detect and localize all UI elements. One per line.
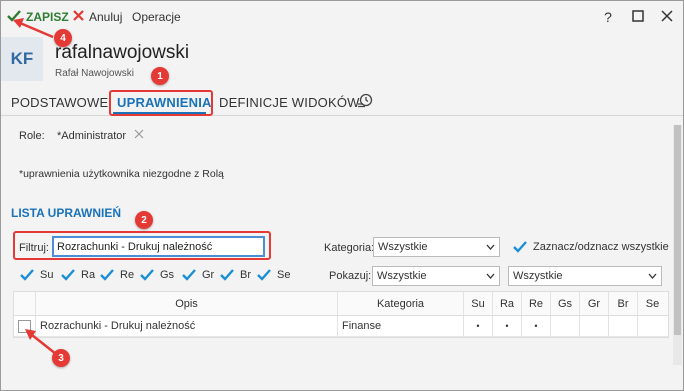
mismatch-note: *uprawnienia użytkownika niezgodne z Rol…	[19, 168, 224, 180]
operations-menu[interactable]: Operacje	[132, 9, 181, 25]
scrollbar-thumb[interactable]	[674, 125, 681, 335]
show-select-1[interactable]: Wszystkie	[372, 266, 500, 286]
perm-check-re[interactable]: Re	[99, 267, 134, 283]
header-gr[interactable]: Gr	[580, 292, 609, 315]
header-gs[interactable]: Gs	[551, 292, 580, 315]
permissions-content: Role: *Administrator *uprawnienia użytko…	[1, 117, 683, 390]
perm-check-label: Gr	[202, 269, 215, 281]
checkmark-icon	[512, 239, 528, 255]
row-ra: •	[493, 316, 522, 336]
chevron-down-icon	[486, 242, 495, 253]
row-checkbox[interactable]	[18, 319, 31, 333]
row-re: •	[522, 316, 551, 336]
operations-label: Operacje	[132, 10, 181, 24]
category-select[interactable]: Wszystkie	[373, 237, 500, 257]
checkmark-icon	[181, 267, 197, 283]
show-select-2[interactable]: Wszystkie	[508, 266, 662, 286]
row-br	[609, 316, 638, 336]
checkmark-icon	[219, 267, 235, 283]
chevron-down-icon	[486, 271, 495, 282]
checkmark-icon	[60, 267, 76, 283]
remove-role-icon[interactable]	[134, 128, 144, 142]
user-header: KF rafalnawojowski Rafał Nawojowski	[1, 33, 683, 89]
row-checkbox-cell[interactable]	[14, 316, 36, 336]
avatar: KF	[1, 37, 43, 81]
tab-basic[interactable]: PODSTAWOWE	[11, 95, 108, 110]
maximize-button[interactable]	[630, 9, 646, 25]
role-chip: *Administrator	[57, 130, 127, 142]
perm-check-br[interactable]: Br	[219, 267, 251, 283]
cancel-button[interactable]: Anuluj	[73, 9, 122, 25]
maximize-icon	[632, 9, 644, 25]
close-button[interactable]	[659, 9, 675, 25]
select-all-checkbox[interactable]: Zaznacz/odznacz wszystkie	[512, 239, 669, 255]
checkmark-icon	[256, 267, 272, 283]
help-button[interactable]: ?	[600, 9, 616, 25]
row-gr	[580, 316, 609, 336]
header-check	[14, 292, 36, 315]
perm-check-label: Se	[277, 269, 291, 281]
perm-check-label: Ra	[81, 269, 96, 281]
toolbar: ZAPISZ Anuluj Operacje ?	[1, 1, 683, 33]
row-desc: Rozrachunki - Drukuj należność	[36, 316, 338, 336]
checkmark-icon	[139, 267, 155, 283]
annotation-badge-2: 2	[135, 211, 153, 229]
select-all-label: Zaznacz/odznacz wszystkie	[533, 241, 669, 253]
row-gs	[551, 316, 580, 336]
row-category: Finanse	[338, 316, 464, 336]
active-tab-indicator	[113, 112, 206, 115]
permissions-table: Opis Kategoria Su Ra Re Gs Gr Br Se Rozr…	[13, 291, 669, 338]
table-header: Opis Kategoria Su Ra Re Gs Gr Br Se	[14, 292, 668, 316]
user-login: rafalnawojowski	[55, 42, 190, 63]
checkmark-icon	[99, 267, 115, 283]
filter-input[interactable]	[52, 236, 265, 257]
vertical-scrollbar[interactable]	[673, 125, 682, 365]
save-button[interactable]: ZAPISZ	[7, 9, 69, 25]
perm-check-se[interactable]: Se	[256, 267, 290, 283]
row-su: •	[464, 316, 493, 336]
perm-check-label: Re	[120, 269, 135, 281]
perm-check-label: Su	[40, 269, 54, 281]
cancel-label: Anuluj	[89, 10, 123, 24]
perm-check-su[interactable]: Su	[19, 267, 53, 283]
roles-label: Role:	[19, 130, 45, 142]
help-icon: ?	[604, 9, 612, 25]
show-select-2-value: Wszystkie	[513, 270, 563, 282]
annotation-badge-3: 3	[52, 349, 70, 367]
tab-permissions[interactable]: UPRAWNIENIA	[117, 95, 212, 110]
checkmark-icon	[7, 9, 21, 25]
annotation-badge-1: 1	[151, 67, 169, 85]
annotation-badge-4: 4	[54, 29, 72, 47]
perm-check-ra[interactable]: Ra	[60, 267, 95, 283]
perm-check-label: Gs	[160, 269, 175, 281]
close-x-icon	[73, 10, 84, 24]
header-re[interactable]: Re	[522, 292, 551, 315]
perm-check-gr[interactable]: Gr	[181, 267, 214, 283]
window: ZAPISZ Anuluj Operacje ? KF rafalnawojow…	[0, 0, 684, 391]
close-icon	[661, 9, 673, 25]
tab-bar: PODSTAWOWE UPRAWNIENIA DEFINICJE WIDOKÓW	[1, 90, 683, 116]
show-select-1-value: Wszystkie	[377, 270, 427, 282]
header-br[interactable]: Br	[609, 292, 638, 315]
header-se[interactable]: Se	[638, 292, 667, 315]
category-select-value: Wszystkie	[378, 241, 428, 253]
tab-view-definitions[interactable]: DEFINICJE WIDOKÓW	[219, 95, 360, 110]
header-kategoria[interactable]: Kategoria	[338, 292, 464, 315]
chevron-down-icon	[648, 271, 657, 282]
perm-check-label: Br	[240, 269, 251, 281]
perm-check-gs[interactable]: Gs	[139, 267, 174, 283]
section-title: LISTA UPRAWNIEŃ	[11, 206, 121, 220]
header-su[interactable]: Su	[464, 292, 493, 315]
history-icon[interactable]	[357, 93, 373, 112]
show-label: Pokazuj:	[329, 270, 372, 282]
user-full-name: Rafał Nawojowski	[55, 68, 134, 79]
table-row[interactable]: Rozrachunki - Drukuj należność Finanse •…	[14, 316, 668, 337]
save-label: ZAPISZ	[26, 10, 69, 24]
filter-label: Filtruj:	[19, 242, 49, 254]
row-se	[638, 316, 667, 336]
header-opis[interactable]: Opis	[36, 292, 338, 315]
category-label: Kategoria:	[324, 242, 375, 254]
header-ra[interactable]: Ra	[493, 292, 522, 315]
checkmark-icon	[19, 267, 35, 283]
